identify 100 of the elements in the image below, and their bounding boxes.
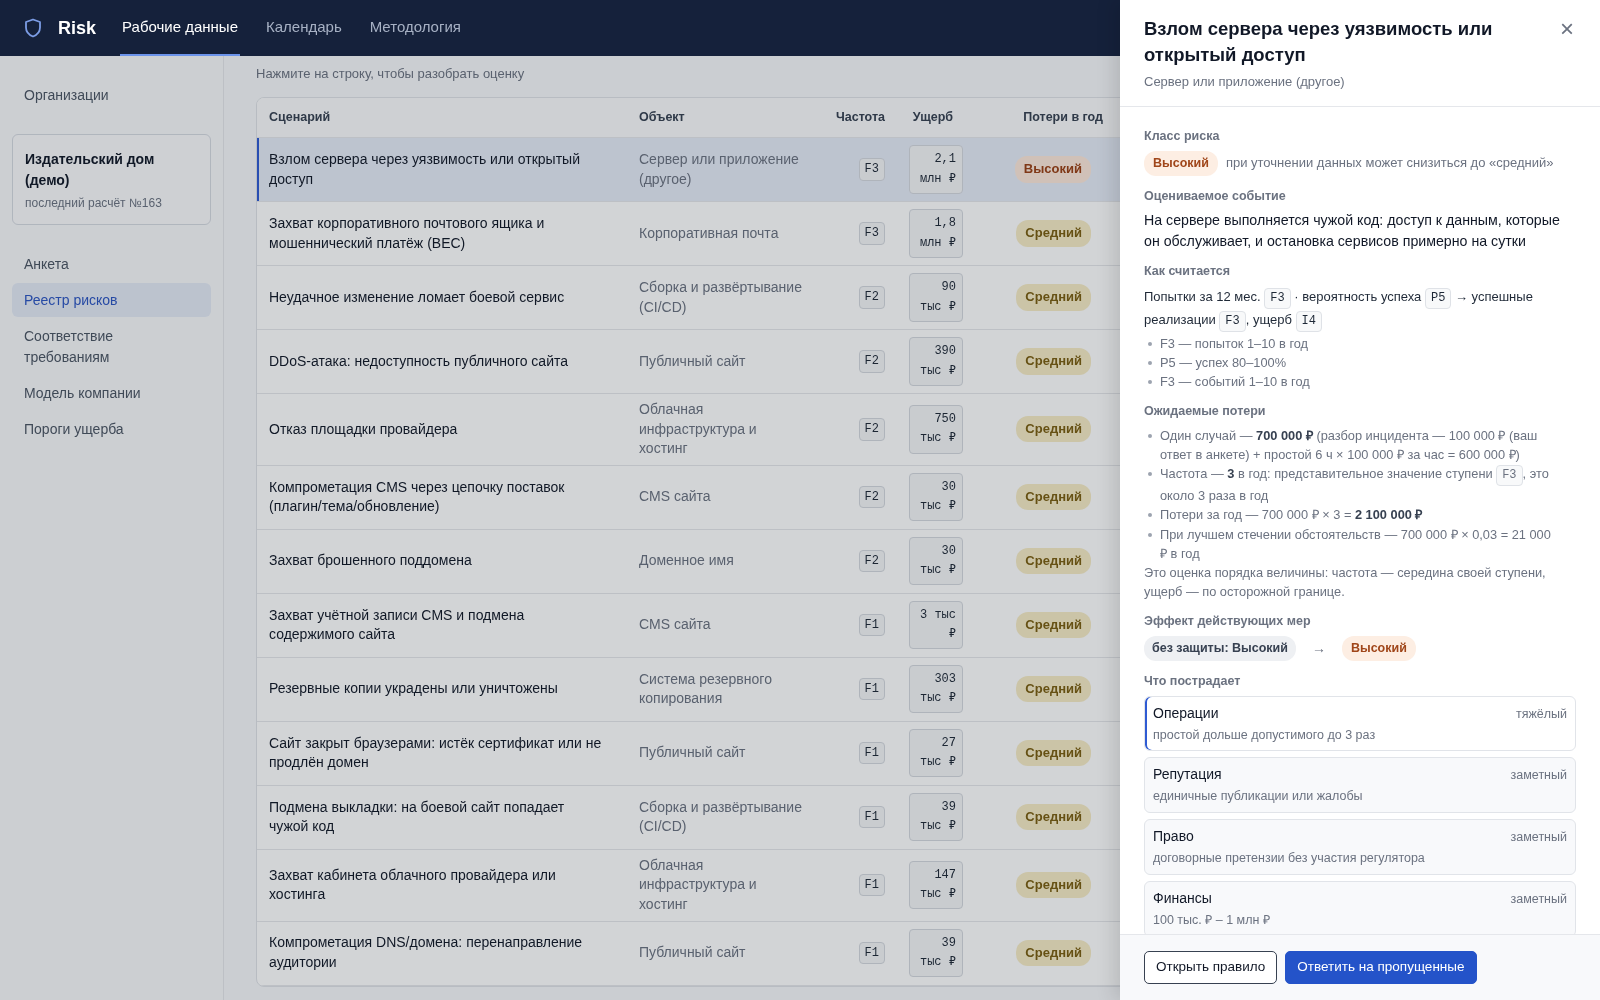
damage-value: 1,8 млн ₽ [909, 209, 963, 258]
scale-note: F3 — попыток 1–10 в год [1160, 334, 1309, 353]
column-header: Ущерб [912, 109, 953, 124]
scenario-text: DDoS-атака: недоступность публичного сайта [269, 352, 568, 369]
section-label: Что пострадает [1144, 672, 1242, 690]
backdrop-overlay[interactable] [0, 56, 1120, 1000]
risk-badge: Высокий [1341, 636, 1416, 661]
scenario-text: Компрометация DNS/домена: перенаправление аудитории [269, 934, 583, 971]
scenario-text: Резервные копии украдены или уничтожены [269, 680, 558, 697]
sidebar-item[interactable]: Пороги ущерба [12, 412, 211, 447]
section-label: Ожидаемые потери [1144, 403, 1267, 421]
frequency-code: F2 [858, 350, 885, 373]
loss-line: При лучшем стечении обстоятельств — 700 000 ₽ × 0,03 = 21 000 ₽ в год [1160, 525, 1552, 563]
risk-badge: Высокий [1144, 150, 1218, 176]
risk-badge: Средний [1016, 416, 1091, 443]
calculation-note: последний расчёт №163 [25, 194, 163, 212]
object-text: Облачная инфраструктура и хостинг [639, 401, 757, 457]
panel-title: Взлом сервера через уязвимость или открытый доступ [1144, 17, 1494, 68]
sidebar-item[interactable]: Модель компании [12, 376, 211, 411]
impact-severity: заметный [1510, 890, 1567, 908]
object-text: Сборка и развёртывание (CI/CD) [639, 278, 802, 315]
impact-title: Операции [1153, 703, 1219, 723]
impact-title: Репутация [1153, 765, 1222, 785]
section-label: Эффект действующих мер [1144, 613, 1312, 631]
sidebar-item[interactable]: Реестр рисков [12, 283, 211, 318]
risk-badge: Средний [1016, 220, 1091, 247]
column-header: Объект [639, 109, 685, 124]
risk-badge: Средний [1016, 804, 1091, 831]
object-text: Облачная инфраструктура и хостинг [639, 856, 757, 912]
damage-value: 27 тыс ₽ [909, 729, 963, 778]
hint-text: Нажмите на строку, чтобы разобрать оценку [256, 66, 525, 81]
impact-severity: заметный [1510, 829, 1567, 847]
damage-value: 2,1 млн ₽ [909, 145, 963, 194]
impact-description: 100 тыс. ₽ – 1 млн ₽ [1153, 911, 1271, 929]
object-text: Публичный сайт [639, 352, 746, 369]
sidebar-item[interactable]: Организации [12, 78, 211, 113]
risk-badge: Средний [1016, 484, 1091, 511]
organization-name: Издательский дом (демо) [25, 150, 156, 190]
impact-title: Право [1153, 827, 1194, 847]
scenario-text: Захват кабинета облачного провайдера или хостинга [269, 866, 556, 903]
open-rule-button[interactable]: Открыть правило [1144, 951, 1278, 984]
shield-icon [24, 18, 42, 38]
damage-value: 30 тыс ₽ [909, 473, 963, 522]
nav-tab[interactable]: Методология [367, 0, 463, 56]
arrow-text: → [1311, 639, 1326, 658]
frequency-code: F2 [858, 550, 885, 573]
close-button[interactable]: × [1558, 16, 1576, 42]
loss-line: Частота — 3 в год: представительное значение ступени F3 , это около 3 раза в год [1160, 464, 1550, 506]
impact-description: договорные претензии без участия регулятора [1153, 850, 1426, 868]
damage-value: 90 тыс ₽ [909, 273, 963, 322]
sidebar-item[interactable]: Соответствие требованиям [12, 319, 211, 375]
object-text: Сборка и развёртывание (CI/CD) [639, 798, 802, 835]
risk-badge: Средний [1016, 939, 1091, 967]
risk-badge: Средний [1016, 740, 1091, 767]
frequency-code: F2 [858, 418, 885, 441]
risk-badge: Средний [1016, 348, 1091, 375]
damage-value: 750 тыс ₽ [909, 405, 963, 454]
formula-text: Попытки за 12 мес. F3 · вероятность успеха P5 → успешные реализации F3 , ущерб I4 [1144, 286, 1576, 332]
risk-badge: Средний [1016, 676, 1091, 703]
object-text: Доменное имя [639, 552, 734, 569]
scenario-text: Взлом сервера через уязвимость или открытый доступ [269, 150, 580, 187]
scenario-text: Отказ площадки провайдера [269, 420, 458, 437]
loss-line: Один случай — 700 000 ₽ (разбор инцидента — 100 000 ₽ (ваш ответ в анкете) + простой 6 ч × 100 000 ₽ за час = 600 000 ₽) [1160, 427, 1539, 465]
damage-value: 39 тыс ₽ [909, 793, 963, 842]
section-label: Оцениваемое событие [1144, 187, 1287, 205]
scenario-text: Компрометация CMS через цепочку поставок (плагин/тема/обновление) [269, 478, 565, 515]
object-text: Корпоративная почта [639, 224, 779, 241]
nav-tab[interactable]: Календарь [264, 0, 344, 56]
loss-line: Потери за год — 700 000 ₽ × 3 = 2 100 000 ₽ [1160, 506, 1423, 525]
risk-badge: Средний [1016, 612, 1091, 639]
brand-name: Risk [58, 16, 97, 40]
frequency-code: F1 [858, 873, 885, 897]
frequency-code: F1 [858, 678, 885, 701]
scale-note: P5 — успех 80–100% [1160, 353, 1286, 372]
frequency-code: F1 [858, 614, 885, 637]
damage-value: 303 тыс ₽ [909, 665, 963, 714]
answer-button[interactable]: Ответить на пропущенные [1285, 951, 1477, 984]
frequency-code: F2 [858, 486, 885, 509]
damage-value: 390 тыс ₽ [909, 337, 963, 386]
risk-badge: Средний [1016, 548, 1091, 575]
frequency-code: F1 [858, 941, 885, 965]
scenario-text: Сайт закрыт браузерами: истёк сертификат или не продлён домен [269, 734, 602, 771]
damage-value: 30 тыс ₽ [909, 537, 963, 586]
scale-note: F3 — событий 1–10 в год [1160, 373, 1310, 392]
event-description: На сервере выполняется чужой код: доступ к данным, которые он обслуживает, и остановка сервисов примерно на сутки [1144, 211, 1561, 251]
column-header: Частота [835, 109, 885, 124]
risk-badge: Средний [1016, 284, 1091, 311]
impact-severity: тяжёлый [1515, 705, 1567, 723]
frequency-code: F3 [858, 222, 885, 245]
section-label: Класс риска [1144, 128, 1221, 145]
sidebar-item[interactable]: Анкета [12, 246, 211, 282]
frequency-code: F2 [858, 286, 885, 309]
estimate-note: Это оценка порядка величины: частота — середина своей ступени, ущерб — по осторожной границе. [1144, 564, 1547, 602]
object-text: Сервер или приложение (другое) [639, 150, 799, 187]
object-text: Публичный сайт [639, 744, 746, 761]
frequency-code: F1 [858, 806, 885, 829]
impact-description: простой дольше допустимого до 3 раз [1153, 726, 1377, 744]
impact-severity: заметный [1510, 767, 1567, 785]
scenario-text: Захват брошенного поддомена [269, 552, 472, 569]
organization-card[interactable]: Издательский дом (демо) последний расчёт №163 [12, 134, 211, 225]
